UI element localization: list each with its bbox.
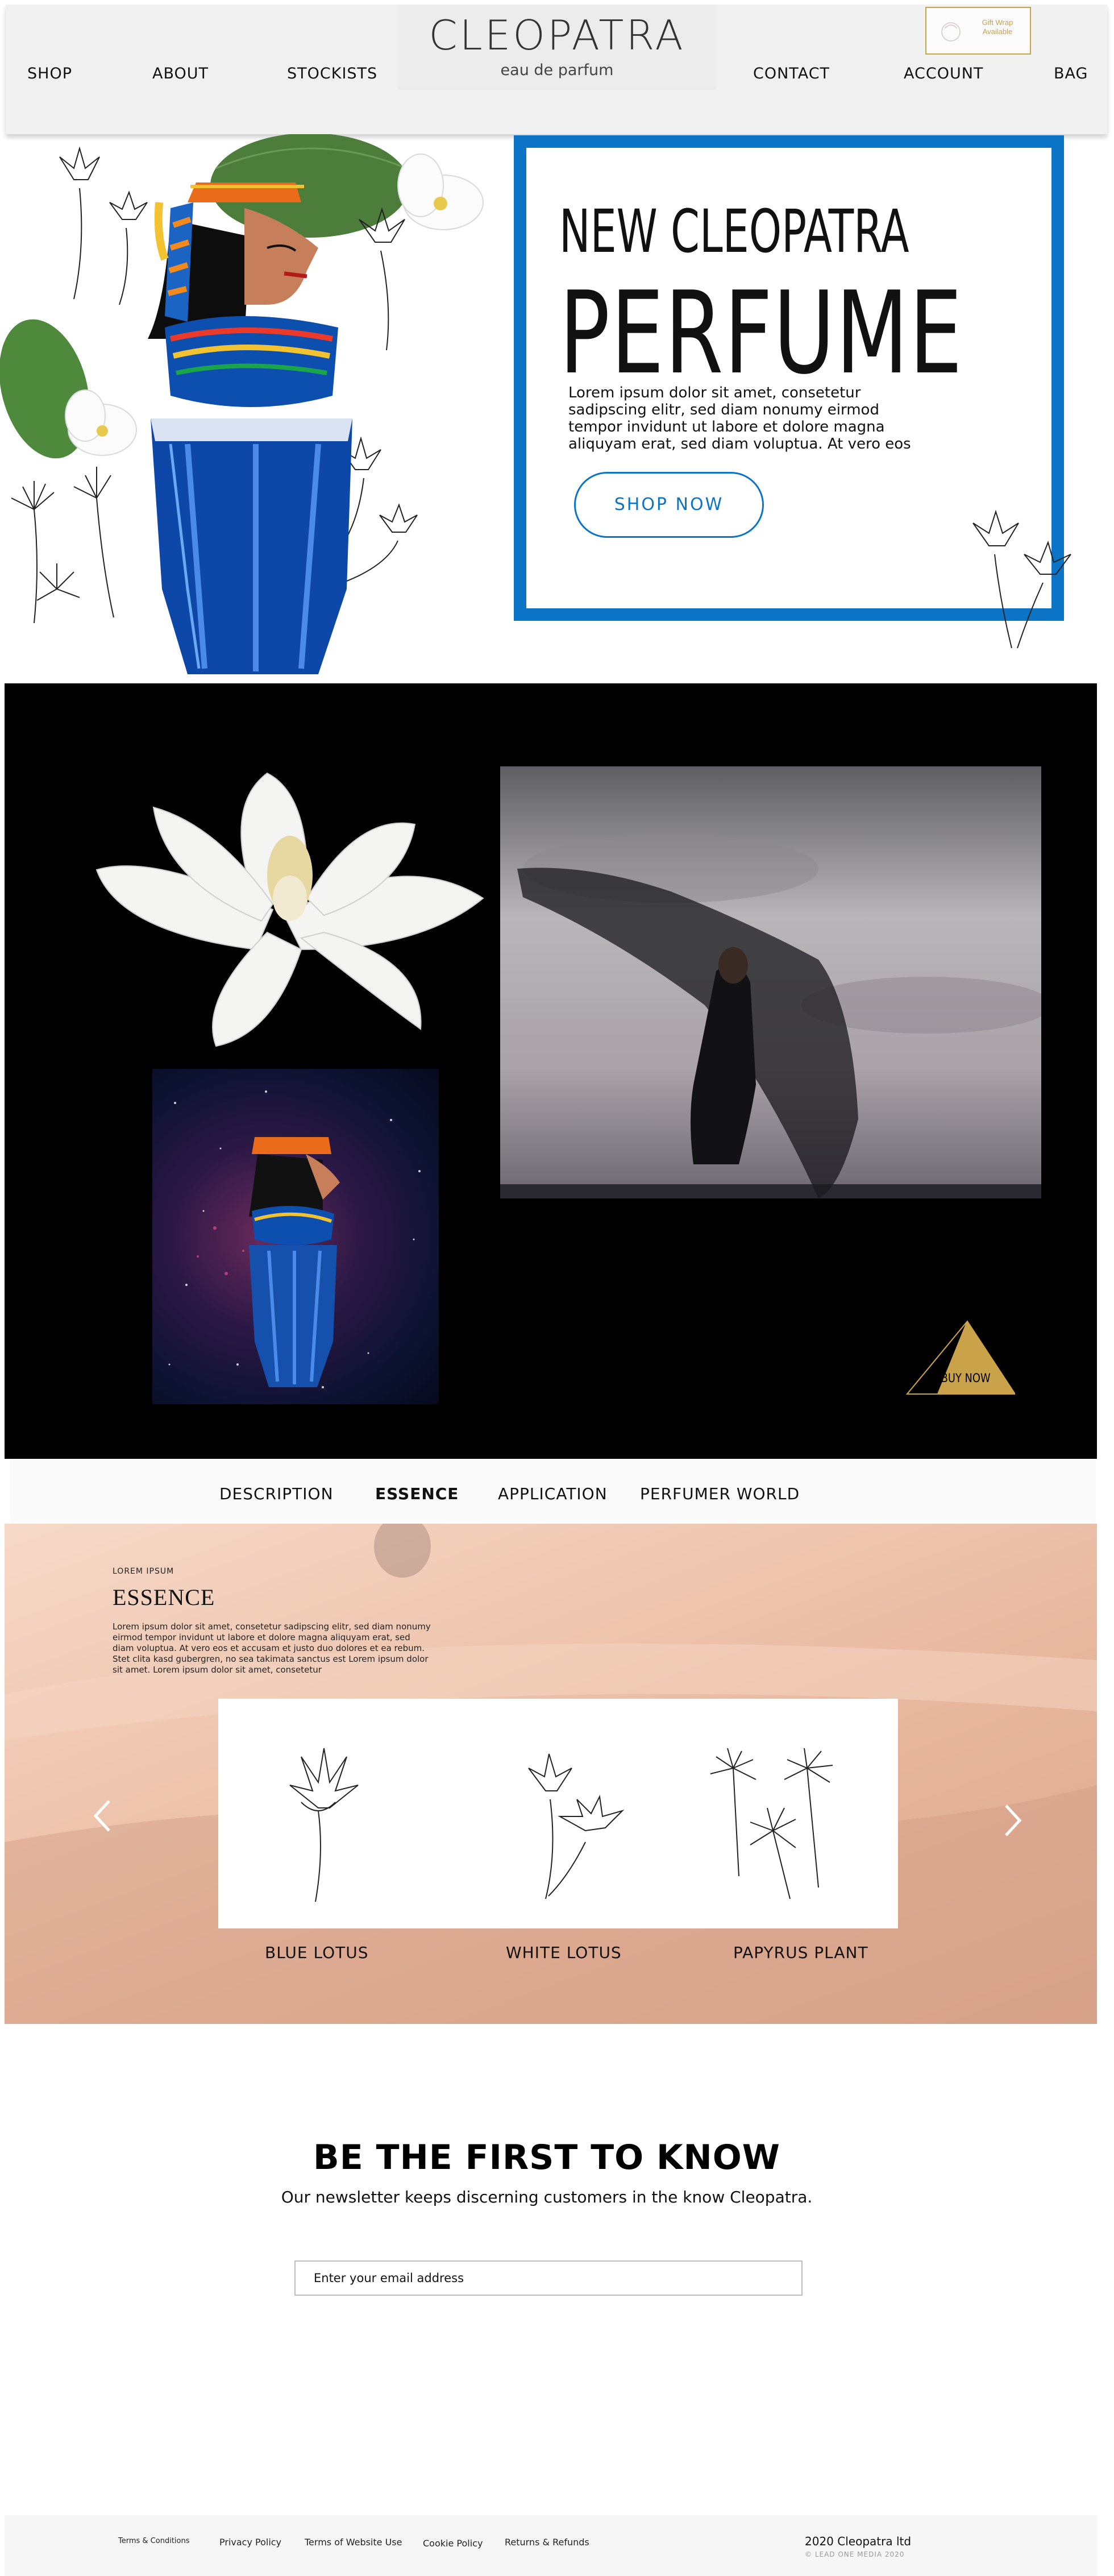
nav-bag[interactable]: BAG [1054,65,1088,82]
plant-label-papyrus: PAPYRUS PLANT [733,1943,868,1962]
papyrus-plant-sketch [710,1748,833,1899]
footer-link-terms[interactable]: Terms & Conditions [118,2537,190,2545]
lotus-sketch-decoration [972,509,1071,649]
essence-title: ESSENCE [113,1584,215,1610]
magnolia-image [95,772,484,1047]
essence-eyebrow: LOREM IPSUM [113,1567,174,1576]
tab-description[interactable]: DESCRIPTION [219,1484,334,1503]
white-lotus-sketch [528,1753,625,1899]
nav-stockists[interactable]: STOCKISTS [287,65,377,82]
brand-logo[interactable]: CLEOPATRA [398,11,716,59]
copyright-text: 2020 Cleopatra ltd [805,2534,912,2548]
footer-link-returns[interactable]: Returns & Refunds [505,2537,589,2548]
cleopatra-illustration [0,134,484,674]
buy-now-label[interactable]: BUY NOW [941,1371,991,1385]
nav-account[interactable]: ACCOUNT [904,65,983,82]
chevron-right-icon[interactable] [1001,1803,1024,1837]
hero-description: Lorem ipsum dolor sit amet, consetetur s… [568,384,911,453]
footer-link-cookies[interactable]: Cookie Policy [423,2538,483,2549]
tab-application[interactable]: APPLICATION [498,1484,608,1503]
hero-heading-line1: NEW CLEOPATRA [559,197,909,266]
perfume-sparkle-image [152,1069,439,1404]
shop-now-button[interactable]: SHOP NOW [574,472,764,538]
gift-icon [941,22,961,42]
plant-label-blue-lotus: BLUE LOTUS [265,1943,369,1962]
essence-description: Lorem ipsum dolor sit amet, consetetur s… [113,1621,431,1675]
nav-shop[interactable]: SHOP [27,65,72,82]
credit-text: © LEAD ONE MEDIA 2020 [805,2550,905,2558]
nav-about[interactable]: ABOUT [152,65,209,82]
email-input[interactable] [294,2260,803,2296]
newsletter-subtitle: Our newsletter keeps discerning customer… [281,2188,813,2206]
hero-heading-line2: PERFUME [559,267,963,400]
gift-wrap-label: Gift Wrap Available [982,18,1013,36]
tab-perfumer-world[interactable]: PERFUMER WORLD [640,1484,800,1503]
footer-link-privacy[interactable]: Privacy Policy [219,2537,281,2548]
brand-tagline: eau de parfum [500,61,614,79]
blue-lotus-sketch [289,1748,359,1902]
footer-link-website-use[interactable]: Terms of Website Use [305,2537,402,2548]
tab-essence[interactable]: ESSENCE [375,1484,459,1503]
nav-contact[interactable]: CONTACT [753,65,830,82]
chevron-left-icon[interactable] [91,1799,114,1833]
woman-with-veil-photo [500,766,1041,1198]
newsletter-title: BE THE FIRST TO KNOW [313,2138,780,2177]
plant-label-white-lotus: WHITE LOTUS [506,1943,622,1962]
